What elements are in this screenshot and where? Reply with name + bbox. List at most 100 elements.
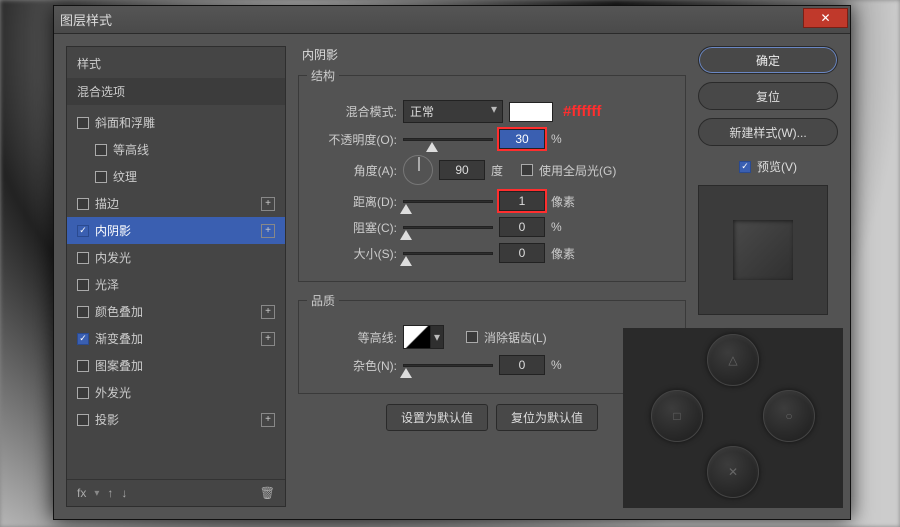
structure-legend: 结构 (307, 67, 339, 84)
angle-field[interactable]: 90 (439, 160, 485, 180)
style-label-innershadow: 内阴影 (95, 222, 255, 239)
style-checkbox-stroke[interactable] (77, 198, 89, 210)
blend-options-row[interactable]: 混合选项 (67, 78, 285, 105)
dpad-square-button[interactable]: □ (651, 390, 703, 442)
style-checkbox-outerglow[interactable] (77, 387, 89, 399)
style-row-pattoverlay[interactable]: 图案叠加 (67, 352, 285, 379)
style-row-satin[interactable]: 光泽 (67, 271, 285, 298)
opacity-field[interactable]: 30 (499, 129, 545, 149)
hex-annotation: #ffffff (563, 103, 601, 120)
style-label-texture_sub: 纹理 (113, 168, 275, 185)
trash-icon[interactable]: 🗑 (260, 486, 275, 500)
distance-unit: 像素 (551, 193, 575, 210)
antialias-checkbox[interactable] (466, 331, 478, 343)
triangle-icon: △ (728, 353, 737, 367)
opacity-label: 不透明度(O): (307, 131, 397, 148)
style-checkbox-gradoverlay[interactable]: ✓ (77, 333, 89, 345)
style-label-coloroverlay: 颜色叠加 (95, 303, 255, 320)
opacity-slider[interactable] (403, 138, 493, 141)
preview-box (698, 185, 828, 315)
style-checkbox-texture_sub[interactable] (95, 171, 107, 183)
dpad-circle-button[interactable]: ○ (763, 390, 815, 442)
cross-icon: ✕ (728, 465, 738, 479)
style-checkbox-satin[interactable] (77, 279, 89, 291)
distance-field[interactable]: 1 (499, 191, 545, 211)
cancel-button[interactable]: 复位 (698, 82, 838, 110)
arrow-down-icon[interactable]: ↓ (121, 486, 127, 500)
blend-options-label: 混合选项 (77, 83, 275, 100)
size-unit: 像素 (551, 245, 575, 262)
contour-label: 等高线: (307, 329, 397, 346)
choke-field[interactable]: 0 (499, 217, 545, 237)
structure-group: 结构 混合模式: 正常 #ffffff 不透明度(O): 30 % 角度 (298, 67, 686, 282)
fx-icon[interactable]: fx (77, 486, 86, 500)
global-light-label: 使用全局光(G) (539, 162, 616, 179)
style-add-coloroverlay[interactable]: + (261, 305, 275, 319)
style-checkbox-pattoverlay[interactable] (77, 360, 89, 372)
preview-swatch (733, 220, 793, 280)
style-row-innershadow[interactable]: ✓ 内阴影 + (67, 217, 285, 244)
style-row-outerglow[interactable]: 外发光 (67, 379, 285, 406)
preview-checkbox[interactable] (739, 161, 751, 173)
noise-slider[interactable] (403, 364, 493, 367)
blend-mode-select[interactable]: 正常 (403, 100, 503, 123)
angle-dial[interactable] (403, 155, 433, 185)
styles-header: 样式 (67, 47, 285, 74)
square-icon: □ (673, 409, 680, 423)
color-swatch[interactable] (509, 102, 553, 122)
style-row-contour_sub[interactable]: 等高线 (67, 136, 285, 163)
distance-slider[interactable] (403, 200, 493, 203)
style-label-innerglow: 内发光 (95, 249, 275, 266)
style-checkbox-bevel[interactable] (77, 117, 89, 129)
close-icon: ✕ (820, 11, 830, 25)
arrow-up-icon[interactable]: ↑ (107, 486, 113, 500)
floating-controller-panel: △ □ ○ ✕ (623, 328, 843, 508)
style-add-dropshadow[interactable]: + (261, 413, 275, 427)
style-label-pattoverlay: 图案叠加 (95, 357, 275, 374)
style-row-dropshadow[interactable]: 投影+ (67, 406, 285, 433)
window-title: 图层样式 (60, 10, 803, 29)
blend-mode-label: 混合模式: (307, 103, 397, 120)
style-add-gradoverlay[interactable]: + (261, 332, 275, 346)
style-checkbox-coloroverlay[interactable] (77, 306, 89, 318)
reset-default-button[interactable]: 复位为默认值 (496, 404, 598, 431)
style-checkbox-dropshadow[interactable] (77, 414, 89, 426)
style-row-texture_sub[interactable]: 纹理 (67, 163, 285, 190)
quality-legend: 品质 (307, 292, 339, 309)
style-add-innershadow[interactable]: + (261, 224, 275, 238)
dpad-cross-button[interactable]: ✕ (707, 446, 759, 498)
titlebar[interactable]: 图层样式 ✕ (54, 6, 850, 34)
size-field[interactable]: 0 (499, 243, 545, 263)
style-row-coloroverlay[interactable]: 颜色叠加 + (67, 298, 285, 325)
style-checkbox-innershadow[interactable]: ✓ (77, 225, 89, 237)
style-checkbox-contour_sub[interactable] (95, 144, 107, 156)
style-label-gradoverlay: 渐变叠加 (95, 330, 255, 347)
noise-field[interactable]: 0 (499, 355, 545, 375)
style-label-outerglow: 外发光 (95, 384, 275, 401)
style-row-innerglow[interactable]: 内发光 (67, 244, 285, 271)
close-button[interactable]: ✕ (803, 8, 848, 28)
global-light-checkbox[interactable] (521, 164, 533, 176)
style-row-gradoverlay[interactable]: ✓ 渐变叠加 + (67, 325, 285, 352)
styles-panel: 样式 混合选项 斜面和浮雕等高线纹理描边+ ✓ 内阴影 + 内发光光泽颜色叠加 + ✓ 渐变叠… (66, 46, 286, 507)
new-style-button[interactable]: 新建样式(W)... (698, 118, 838, 146)
size-slider[interactable] (403, 252, 493, 255)
distance-label: 距离(D): (307, 193, 397, 210)
style-label-satin: 光泽 (95, 276, 275, 293)
choke-unit: % (551, 220, 562, 234)
style-label-bevel: 斜面和浮雕 (95, 114, 275, 131)
contour-picker[interactable] (403, 325, 431, 349)
set-default-button[interactable]: 设置为默认值 (386, 404, 488, 431)
style-label-contour_sub: 等高线 (113, 141, 275, 158)
style-add-stroke[interactable]: + (261, 197, 275, 211)
preview-label: 预览(V) (757, 158, 797, 175)
style-checkbox-innerglow[interactable] (77, 252, 89, 264)
choke-slider[interactable] (403, 226, 493, 229)
ok-button[interactable]: 确定 (698, 46, 838, 74)
style-row-stroke[interactable]: 描边+ (67, 190, 285, 217)
style-row-bevel[interactable]: 斜面和浮雕 (67, 109, 285, 136)
blend-mode-value: 正常 (410, 105, 434, 119)
contour-dropdown[interactable]: ▾ (430, 325, 444, 349)
choke-label: 阻塞(C): (307, 219, 397, 236)
dpad-triangle-button[interactable]: △ (707, 334, 759, 386)
